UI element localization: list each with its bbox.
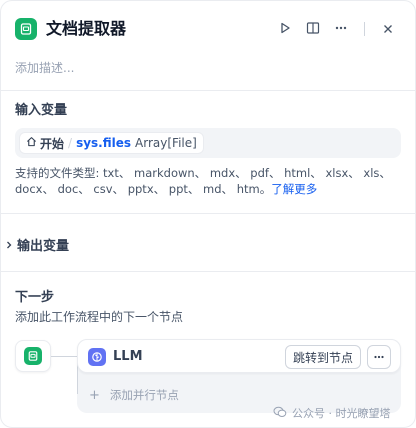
wechat-icon (273, 406, 287, 421)
next-step-description: 添加此工作流程中的下一个节点 (15, 310, 184, 324)
divider (1, 213, 415, 214)
output-variables-title: 输出变量 (17, 238, 70, 254)
supported-text: 支持的文件类型: txt、 markdown、 mdx、 pdf、 html、 … (15, 166, 391, 196)
close-icon (382, 20, 394, 39)
variable-separator: / (68, 136, 73, 150)
play-icon (278, 20, 292, 39)
supported-file-types: 支持的文件类型: txt、 markdown、 mdx、 pdf、 html、 … (15, 165, 407, 197)
watermark: 公众号 · 时光瞭望塔 (273, 405, 391, 421)
header-divider (364, 22, 365, 36)
divider (1, 271, 415, 272)
add-parallel-label: 添加并行节点 (109, 388, 179, 402)
current-node-icon (15, 340, 51, 372)
more-options-button[interactable] (331, 19, 351, 39)
jump-to-node-button[interactable]: 跳转到节点 (285, 345, 361, 369)
close-button[interactable] (378, 19, 398, 39)
plus-icon: + (89, 387, 100, 403)
panel-header: 文档提取器 (1, 1, 415, 57)
input-variable-selector[interactable]: 开始 / sys.files Array[File] (15, 128, 401, 158)
add-parallel-node-button[interactable]: + 添加并行节点 (89, 387, 179, 403)
next-node-label: LLM (113, 349, 143, 364)
page-title[interactable]: 文档提取器 (46, 17, 126, 41)
more-icon (373, 348, 385, 367)
variable-name: sys.files (76, 136, 132, 150)
divider (1, 90, 415, 91)
variable-chip[interactable]: 开始 / sys.files Array[File] (19, 132, 204, 154)
document-extractor-icon (15, 18, 37, 40)
learn-more-link[interactable]: 了解更多 (271, 182, 317, 196)
home-icon (26, 136, 37, 150)
document-icon (24, 347, 42, 365)
more-icon (334, 20, 348, 39)
book-icon (306, 20, 320, 39)
output-variables-toggle[interactable]: 输出变量 (5, 235, 70, 254)
watermark-text: 公众号 · 时光瞭望塔 (292, 407, 391, 420)
chevron-right-icon (5, 235, 13, 254)
variable-type: Array[File] (135, 136, 197, 150)
next-node-llm[interactable]: LLM 跳转到节点 (77, 339, 401, 373)
description-input[interactable]: 添加描述... (15, 60, 74, 76)
node-more-button[interactable] (367, 345, 391, 369)
node-connector-line (51, 356, 77, 357)
input-variables-title: 输入变量 (15, 103, 68, 118)
brain-icon (88, 348, 106, 366)
run-button[interactable] (275, 19, 295, 39)
node-settings-panel: 文档提取器 添加描述... 输入变量 开始 / sys.files Array[… (0, 0, 416, 428)
variable-source: 开始 (40, 136, 65, 151)
next-step-title: 下一步 (15, 290, 55, 305)
docs-button[interactable] (303, 19, 323, 39)
